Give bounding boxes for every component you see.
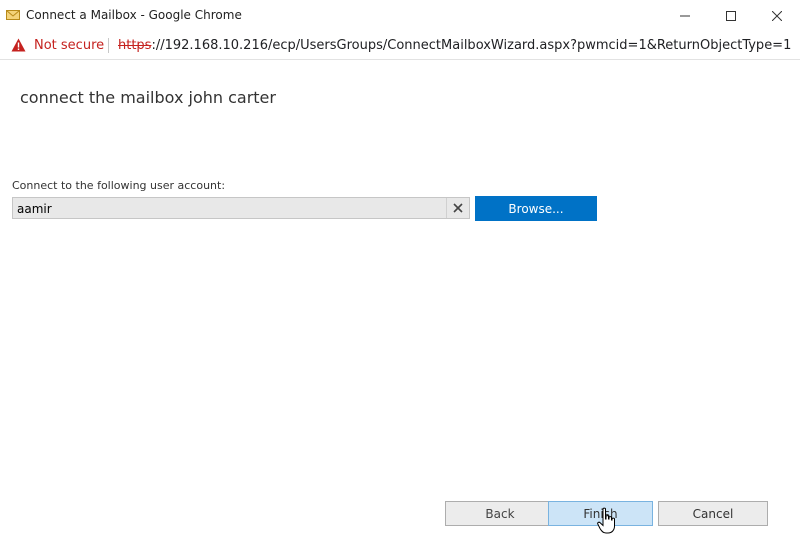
clear-user-button[interactable] (446, 198, 469, 218)
hand-pointer-icon (597, 507, 615, 534)
warning-triangle-icon[interactable] (11, 38, 26, 52)
close-icon (772, 11, 782, 21)
back-button[interactable]: Back (445, 501, 555, 526)
page-title: connect the mailbox john carter (20, 88, 276, 107)
close-window-button[interactable] (754, 0, 800, 32)
maximize-icon (726, 11, 736, 21)
minimize-button[interactable] (662, 0, 708, 32)
security-status-label[interactable]: Not secure (34, 38, 104, 53)
user-account-value: aamir (17, 202, 52, 216)
url-text[interactable]: https://192.168.10.216/ecp/UsersGroups/C… (118, 38, 791, 53)
url-scheme: https (118, 38, 152, 53)
window-title: Connect a Mailbox - Google Chrome (26, 8, 242, 22)
address-separator (108, 38, 109, 53)
close-x-icon (453, 203, 463, 213)
address-bar[interactable]: Not secure https://192.168.10.216/ecp/Us… (0, 32, 800, 60)
browse-button[interactable]: Browse... (475, 196, 597, 221)
user-account-label: Connect to the following user account: (12, 179, 226, 192)
minimize-icon (680, 15, 690, 17)
mail-envelope-icon (6, 10, 20, 20)
browser-window: Connect a Mailbox - Google Chrome Not se… (0, 0, 800, 559)
title-bar: Connect a Mailbox - Google Chrome (0, 0, 800, 33)
user-account-field[interactable]: aamir (12, 197, 470, 219)
maximize-button[interactable] (708, 0, 754, 32)
url-path: ://192.168.10.216/ecp/UsersGroups/Connec… (151, 38, 792, 53)
cancel-button[interactable]: Cancel (658, 501, 768, 526)
